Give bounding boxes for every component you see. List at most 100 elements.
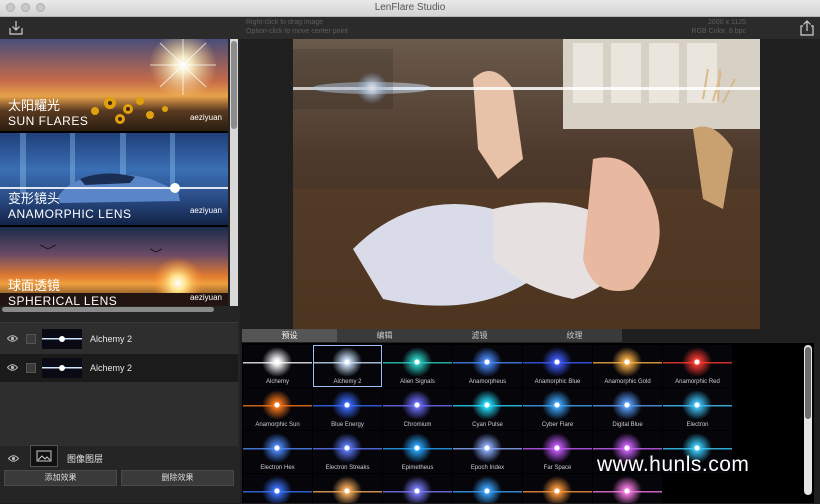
flare-preset-tile[interactable]: Cyber Flare <box>523 388 592 430</box>
brand-logo: aeziyuan <box>189 206 222 215</box>
flare-preset-name: Chromium <box>403 422 432 428</box>
flare-layers-list: Alchemy 2 Alchemy 2 <box>0 322 238 446</box>
eye-icon[interactable] <box>8 454 19 463</box>
flare-preset-tile[interactable]: Electron <box>663 388 732 430</box>
flare-preset-tile[interactable] <box>523 474 592 503</box>
add-effect-button[interactable]: 添加效果 <box>4 470 117 486</box>
preset-card-anamorphic-lens[interactable]: 变形镜头 ANAMORPHIC LENS aeziyuan <box>0 133 228 225</box>
tab-edit[interactable]: 编辑 <box>337 329 432 342</box>
flare-preset-tile[interactable]: Alchemy 2 <box>313 345 382 387</box>
flare-preset-tile[interactable]: Alchemy <box>243 345 312 387</box>
flare-preset-tile[interactable]: Epimetheus <box>383 431 452 473</box>
brand-logo: aeziyuan <box>189 113 222 122</box>
layer-checkbox[interactable] <box>26 334 36 344</box>
image-layer-label: 图像图层 <box>67 454 104 464</box>
flare-preset-tile[interactable]: Anamorphic Gold <box>593 345 662 387</box>
flare-preset-name: Alchemy <box>265 379 289 385</box>
flare-preset-tile[interactable] <box>453 474 522 503</box>
flare-preset-tile[interactable]: Epoch Index <box>453 431 522 473</box>
layer-name: Alchemy 2 <box>90 363 133 373</box>
eye-icon[interactable] <box>7 334 18 343</box>
preset-scrollbar-thumb[interactable] <box>231 41 237 129</box>
drag-hint: Right-click to drag image <box>246 19 324 26</box>
flare-preset-tile[interactable]: Alien Signals <box>383 345 452 387</box>
layer-row[interactable]: Alchemy 2 <box>0 354 238 382</box>
toolbar: Right-click to drag image Option-click t… <box>0 17 820 39</box>
layer-row[interactable]: Alchemy 2 <box>0 325 238 353</box>
layer-checkbox[interactable] <box>26 363 36 373</box>
flare-preview-icon <box>593 476 662 503</box>
flare-preset-name: Electron Streaks <box>325 465 370 471</box>
flare-preview-icon <box>523 476 592 503</box>
layer-thumbnail <box>42 329 82 349</box>
preset-category-list: 太阳耀光 SUN FLARES aeziyuan 变形镜头 ANAMORPHIC… <box>0 39 228 306</box>
image-layer-thumbnail <box>30 445 58 467</box>
flare-preview-icon <box>383 476 452 503</box>
flare-preset-tile[interactable]: Blue Energy <box>313 388 382 430</box>
flare-preview-icon <box>313 476 382 503</box>
flare-preset-tile[interactable]: Electron Streaks <box>313 431 382 473</box>
flare-preview-icon <box>453 476 522 503</box>
image-layer-section: 图像图层 添加效果 删除效果 <box>0 444 238 504</box>
layer-name: Alchemy 2 <box>90 334 133 344</box>
import-icon[interactable] <box>7 19 25 37</box>
flare-preset-tile[interactable]: Anamorphic Blue <box>523 345 592 387</box>
share-icon[interactable] <box>798 19 816 37</box>
image-mode: RGB Color, 8 bpc <box>691 28 746 35</box>
grid-scrollbar-thumb[interactable] <box>805 347 811 419</box>
preset-en-label: SUN FLARES <box>8 114 89 128</box>
flare-preset-name: Far Space <box>543 465 572 471</box>
title-bar: LenFlare Studio <box>0 0 820 17</box>
flare-preset-tile[interactable]: Electron Hex <box>243 431 312 473</box>
center-hint: Option-click to move center point <box>246 28 348 35</box>
flare-preset-tile[interactable]: Anamorphic Red <box>663 345 732 387</box>
preset-card-sun-flares[interactable]: 太阳耀光 SUN FLARES aeziyuan <box>0 39 228 131</box>
watermark-text: www.hunls.com <box>597 453 750 476</box>
flare-preset-tile[interactable]: Anamorpheus <box>453 345 522 387</box>
flare-preset-name: Digital Blue <box>612 422 643 428</box>
flare-preset-tile[interactable]: Digital Blue <box>593 388 662 430</box>
eye-icon[interactable] <box>7 363 18 372</box>
tab-presets[interactable]: 预设 <box>242 329 337 342</box>
flare-preset-tile[interactable] <box>383 474 452 503</box>
preset-cn-label: 变形镜头 <box>8 191 61 206</box>
preset-cn-label: 太阳耀光 <box>8 98 61 113</box>
flare-preset-name: Anamorphic Red <box>675 379 720 385</box>
left-panel: 太阳耀光 SUN FLARES aeziyuan 变形镜头 ANAMORPHIC… <box>0 39 240 503</box>
flare-preset-name: Alchemy 2 <box>333 379 362 385</box>
preview-image[interactable] <box>293 39 760 329</box>
tab-bar: 预设 编辑 滤镜 纹理 <box>242 329 622 342</box>
flare-preset-name: Epimetheus <box>401 465 434 471</box>
layer-thumbnail <box>42 358 82 378</box>
flare-preset-name: Electron <box>686 422 709 428</box>
flare-preset-name: Alien Signals <box>400 379 435 385</box>
brand-logo: aeziyuan <box>189 293 222 302</box>
flare-preset-tile[interactable] <box>243 474 312 503</box>
flare-preset-tile[interactable]: Far Space <box>523 431 592 473</box>
preset-en-label: SPHERICAL LENS <box>8 294 118 306</box>
tab-filters[interactable]: 滤镜 <box>432 329 527 342</box>
tab-textures[interactable]: 纹理 <box>527 329 622 342</box>
preset-horizontal-scrollbar[interactable] <box>2 307 214 312</box>
preset-card-spherical-lens[interactable]: 球面透镜 SPHERICAL LENS aeziyuan <box>0 227 228 306</box>
flare-preset-tile[interactable] <box>593 474 662 503</box>
flare-preset-name: Anamorphic Blue <box>534 379 581 385</box>
flare-preset-tile[interactable]: Anamorphic Sun <box>243 388 312 430</box>
flare-preset-name: Blue Energy <box>331 422 364 428</box>
flare-preset-name: Anamorpheus <box>468 379 507 385</box>
flare-preset-tile[interactable]: Cyan Pulse <box>453 388 522 430</box>
flare-preset-name: Cyan Pulse <box>472 422 503 428</box>
flare-preset-name: Cyber Flare <box>541 422 574 428</box>
flare-preset-tile[interactable] <box>313 474 382 503</box>
preset-cn-label: 球面透镜 <box>8 278 61 293</box>
flare-preset-name: Electron Hex <box>260 465 295 471</box>
preset-en-label: ANAMORPHIC LENS <box>8 207 132 221</box>
canvas-area[interactable] <box>240 39 820 329</box>
flare-preset-tile[interactable]: Chromium <box>383 388 452 430</box>
delete-effect-button[interactable]: 删除效果 <box>121 470 234 486</box>
window-title: LenFlare Studio <box>374 2 446 13</box>
flare-preset-name: Epoch Index <box>470 465 505 471</box>
image-size: 2000 x 1125 <box>707 19 746 26</box>
flare-preset-name: Anamorphic Sun <box>255 422 300 428</box>
flare-preset-name: Anamorphic Gold <box>604 379 651 385</box>
